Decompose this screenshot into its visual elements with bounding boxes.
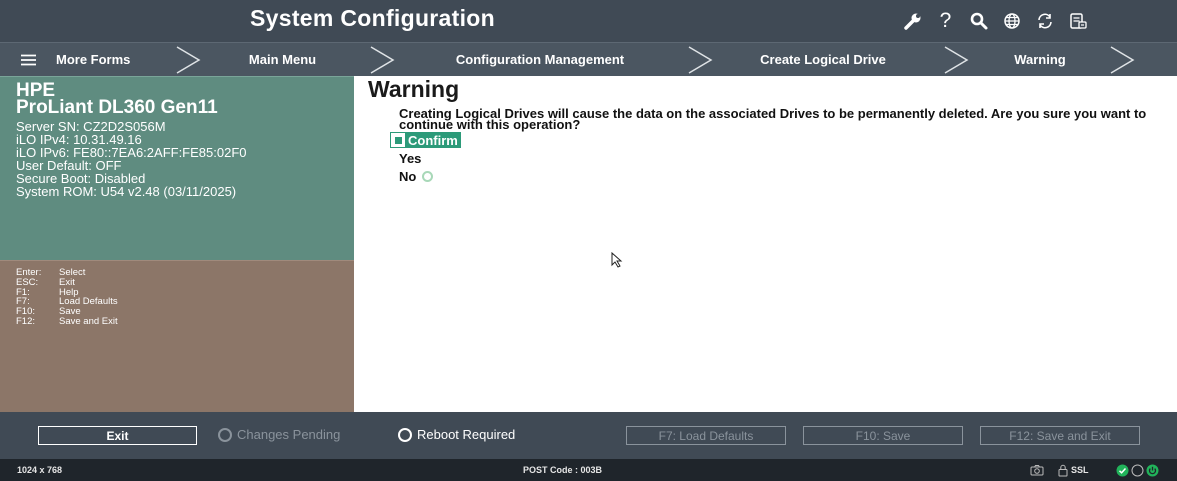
- server-info-panel: HPE ProLiant DL360 Gen11 Server SN: CZ2D…: [0, 76, 354, 260]
- help-icon[interactable]: ?: [929, 6, 962, 36]
- wrench-icon[interactable]: [896, 6, 929, 36]
- option-yes-label: Yes: [399, 151, 422, 166]
- reboot-required-indicator: Reboot Required: [398, 427, 515, 442]
- globe-icon[interactable]: [995, 6, 1028, 36]
- hamburger-menu-icon: [21, 54, 36, 65]
- status-circle-icon: [398, 427, 412, 442]
- save-and-exit-button[interactable]: F12: Save and Exit: [980, 426, 1140, 445]
- breadcrumb-item-configuration-management[interactable]: Configuration Management: [400, 43, 680, 76]
- camera-icon[interactable]: [1030, 464, 1044, 476]
- confirm-label: Confirm: [408, 132, 458, 148]
- page-title: System Configuration: [250, 5, 495, 31]
- check-circle-icon: [1116, 464, 1129, 476]
- confirm-selector[interactable]: Confirm: [390, 132, 461, 148]
- load-defaults-button[interactable]: F7: Load Defaults: [626, 426, 786, 445]
- chevron-right-icon: [176, 46, 201, 74]
- confirm-checkbox-icon: [391, 133, 405, 147]
- help-glyph: ?: [939, 9, 952, 32]
- power-icon[interactable]: [1146, 464, 1159, 477]
- warning-message: Creating Logical Drives will cause the d…: [399, 106, 1147, 132]
- option-yes[interactable]: Yes: [399, 151, 421, 166]
- server-details: Server SN: CZ2D2S056M iLO IPv4: 10.31.49…: [16, 120, 247, 198]
- post-code: POST Code : 003B: [522, 465, 603, 475]
- breadcrumb-item-warning: Warning: [1014, 52, 1066, 67]
- selected-radio-icon: [422, 171, 434, 182]
- help-row: F12: Save and Exit: [16, 317, 118, 327]
- chevron-right-icon: [370, 46, 395, 74]
- option-no[interactable]: No: [399, 169, 434, 184]
- status-circle-icon: [218, 427, 232, 442]
- save-icon[interactable]: [1061, 6, 1094, 36]
- empty-circle-icon: [1131, 464, 1144, 476]
- mouse-cursor-icon: [611, 252, 623, 268]
- chevron-right-icon: [944, 46, 969, 74]
- option-no-label: No: [399, 169, 417, 184]
- exit-button[interactable]: Exit: [38, 426, 197, 445]
- main-content: Warning Creating Logical Drives will cau…: [354, 76, 1177, 412]
- help-action: Save and Exit: [59, 316, 118, 327]
- more-forms-menu[interactable]: More Forms: [20, 43, 170, 76]
- ssl-label: SSL: [1071, 465, 1089, 475]
- warning-heading: Warning: [368, 76, 460, 102]
- system-rom: System ROM: U54 v2.48 (03/11/2025): [16, 184, 237, 199]
- breadcrumb: More Forms Main Menu Configuration Manag…: [0, 42, 1177, 76]
- chevron-right-icon: [688, 46, 713, 74]
- changes-pending-indicator: Changes Pending: [218, 427, 340, 442]
- help-key: F12:: [16, 316, 36, 327]
- top-header: System Configuration ?: [0, 0, 1177, 42]
- status-bar-tray: SSL: [1030, 462, 1159, 478]
- breadcrumb-item-create-logical-drive[interactable]: Create Logical Drive: [718, 43, 928, 76]
- chevron-right-icon: [1110, 46, 1135, 74]
- footer-bar: Exit Changes Pending Reboot Required F7:…: [0, 412, 1177, 459]
- status-bar: 1024 x 768 POST Code : 003B SSL: [0, 459, 1177, 481]
- lock-icon: [1058, 464, 1068, 476]
- save-button[interactable]: F10: Save: [803, 426, 963, 445]
- breadcrumb-item-main-menu[interactable]: Main Menu: [205, 43, 360, 76]
- search-icon[interactable]: [962, 6, 995, 36]
- header-toolbar: ?: [896, 6, 1094, 36]
- server-model: ProLiant DL360 Gen11: [16, 97, 218, 118]
- reboot-required-label: Reboot Required: [417, 427, 516, 442]
- more-forms-label: More Forms: [56, 52, 131, 67]
- refresh-icon[interactable]: [1028, 6, 1061, 36]
- changes-pending-label: Changes Pending: [237, 427, 341, 442]
- key-help-panel: Enter: Select ESC: Exit F1: Help F7: Load De…: [0, 260, 354, 412]
